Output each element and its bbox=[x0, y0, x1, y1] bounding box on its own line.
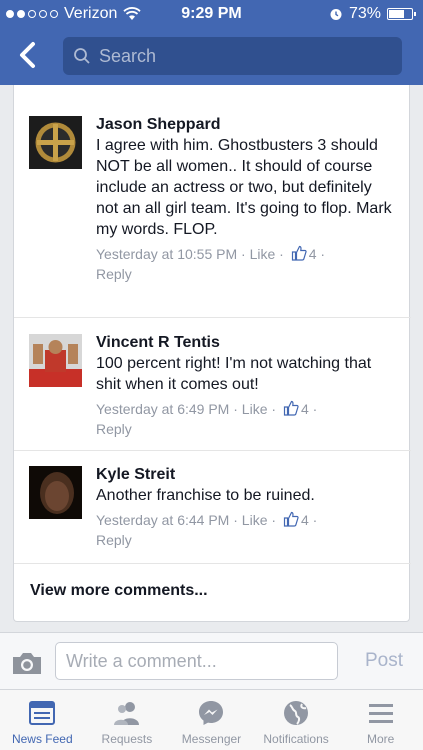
like-link[interactable]: Like bbox=[242, 512, 268, 528]
tab-more[interactable]: More bbox=[338, 690, 423, 750]
comment-timestamp[interactable]: Yesterday at 6:44 PM bbox=[96, 512, 229, 528]
comment-text: Another franchise to be ruined. bbox=[96, 487, 315, 504]
battery-icon bbox=[387, 8, 416, 20]
battery-percent: 73% bbox=[348, 5, 381, 22]
search-icon bbox=[74, 48, 90, 64]
messenger-icon bbox=[199, 701, 224, 725]
search-input[interactable]: Search bbox=[63, 37, 402, 75]
tab-label: More bbox=[367, 732, 395, 746]
comment-item: Vincent R Tentis 100 percent right! I'm … bbox=[14, 318, 411, 451]
tab-bar: News Feed Requests Messenger Notificatio… bbox=[0, 690, 423, 750]
view-more-comments-link[interactable]: View more comments... bbox=[30, 582, 208, 600]
tab-label: Messenger bbox=[181, 732, 242, 746]
reply-link[interactable]: Reply bbox=[96, 421, 132, 437]
like-link[interactable]: Like bbox=[250, 246, 276, 262]
commenter-name[interactable]: Kyle Streit bbox=[96, 464, 396, 485]
post-button[interactable]: Post bbox=[365, 650, 403, 672]
avatar[interactable] bbox=[29, 466, 82, 519]
comment-input[interactable] bbox=[55, 642, 338, 680]
app-header: Verizon 9:29 PM 73% Search bbox=[0, 0, 423, 85]
back-button[interactable] bbox=[14, 40, 44, 70]
camera-icon[interactable] bbox=[11, 650, 43, 676]
like-link[interactable]: Like bbox=[242, 401, 268, 417]
comment-meta: Yesterday at 10:55 PM · Like · 4 · Reply bbox=[96, 245, 326, 282]
comment-meta: Yesterday at 6:49 PM · Like · 4 · Reply bbox=[96, 400, 318, 437]
commenter-name[interactable]: Vincent R Tentis bbox=[96, 332, 396, 353]
tab-messenger[interactable]: Messenger bbox=[169, 690, 254, 750]
status-bar: Verizon 9:29 PM 73% bbox=[0, 0, 423, 28]
thumbs-up-icon bbox=[283, 511, 299, 527]
tab-news-feed[interactable]: News Feed bbox=[0, 690, 85, 750]
comment-composer: Post bbox=[0, 632, 423, 690]
thumbs-up-icon bbox=[291, 245, 307, 261]
tab-requests[interactable]: Requests bbox=[85, 690, 170, 750]
news-feed-icon bbox=[29, 701, 56, 725]
comment-meta: Yesterday at 6:44 PM · Like · 4 · Reply bbox=[96, 511, 318, 548]
commenter-name[interactable]: Jason Sheppard bbox=[96, 114, 396, 135]
thumbs-up-icon bbox=[283, 400, 299, 416]
alarm-icon bbox=[330, 9, 342, 20]
avatar[interactable] bbox=[29, 116, 82, 169]
comment-item: Kyle Streit Another franchise to be ruin… bbox=[14, 451, 411, 564]
comment-timestamp[interactable]: Yesterday at 6:49 PM bbox=[96, 401, 229, 417]
comment-text: I agree with him. Ghostbusters 3 should … bbox=[96, 137, 392, 238]
globe-icon bbox=[284, 701, 309, 725]
tab-label: Requests bbox=[101, 732, 153, 746]
search-placeholder: Search bbox=[99, 45, 157, 66]
tab-notifications[interactable]: Notifications bbox=[254, 690, 339, 750]
tab-label: Notifications bbox=[263, 732, 329, 746]
like-count: 4 bbox=[300, 401, 309, 417]
comments-card: Jason Sheppard I agree with him. Ghostbu… bbox=[13, 85, 411, 622]
friend-requests-icon bbox=[113, 702, 139, 725]
tab-label: News Feed bbox=[11, 732, 73, 746]
reply-link[interactable]: Reply bbox=[96, 532, 132, 548]
comment-item: Jason Sheppard I agree with him. Ghostbu… bbox=[14, 93, 411, 318]
reply-link[interactable]: Reply bbox=[96, 266, 132, 282]
menu-icon bbox=[368, 704, 393, 723]
comment-timestamp[interactable]: Yesterday at 10:55 PM bbox=[96, 246, 237, 262]
avatar[interactable] bbox=[29, 334, 82, 387]
like-count: 4 bbox=[300, 512, 309, 528]
comment-text: 100 percent right! I'm not watching that… bbox=[96, 355, 372, 393]
like-count: 4 bbox=[308, 246, 317, 262]
